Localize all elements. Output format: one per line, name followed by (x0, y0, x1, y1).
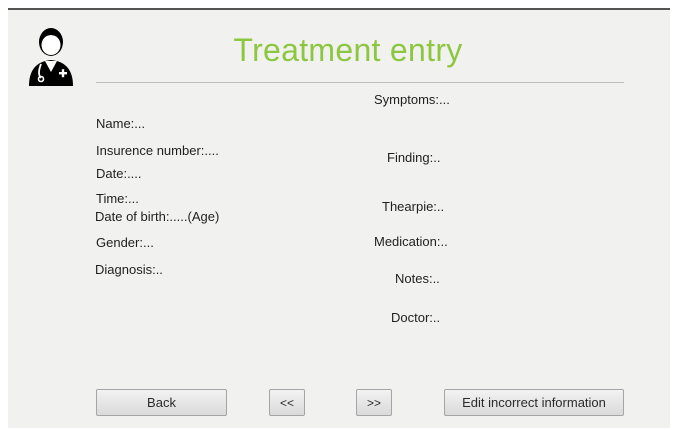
previous-button-label: << (279, 395, 294, 410)
symptoms-field: Symptoms:... (374, 92, 450, 107)
finding-field: Finding:.. (387, 150, 441, 165)
notes-field: Notes:.. (395, 271, 440, 286)
page-title: Treatment entry (233, 32, 463, 68)
previous-button[interactable]: << (269, 389, 305, 416)
gender-field: Gender:... (96, 235, 154, 250)
name-field: Name:... (96, 116, 146, 131)
doctor-avatar-icon (23, 22, 79, 86)
medication-field: Medication:.. (374, 234, 448, 249)
edit-button-label: Edit incorrect information (462, 395, 606, 410)
date-of-birth-field: Date of birth:.....(Age) (95, 209, 220, 224)
next-button[interactable]: >> (356, 389, 392, 416)
doctor-field: Doctor:.. (391, 310, 441, 325)
time-field: Time:... (96, 191, 139, 206)
edit-incorrect-information-button[interactable]: Edit incorrect information (444, 389, 624, 416)
next-button-label: >> (366, 395, 381, 410)
date-field: Date:.... (96, 166, 142, 181)
back-button-label: Back (147, 395, 176, 410)
treatment-window: Treatment entry Name:... Insurence numbe… (8, 8, 670, 428)
therapy-field: Thearpie:.. (382, 199, 445, 214)
title-divider (96, 82, 624, 83)
insurance-number-field: Insurence number:.... (96, 143, 219, 158)
diagnosis-field: Diagnosis:.. (95, 262, 163, 277)
back-button[interactable]: Back (96, 389, 227, 416)
